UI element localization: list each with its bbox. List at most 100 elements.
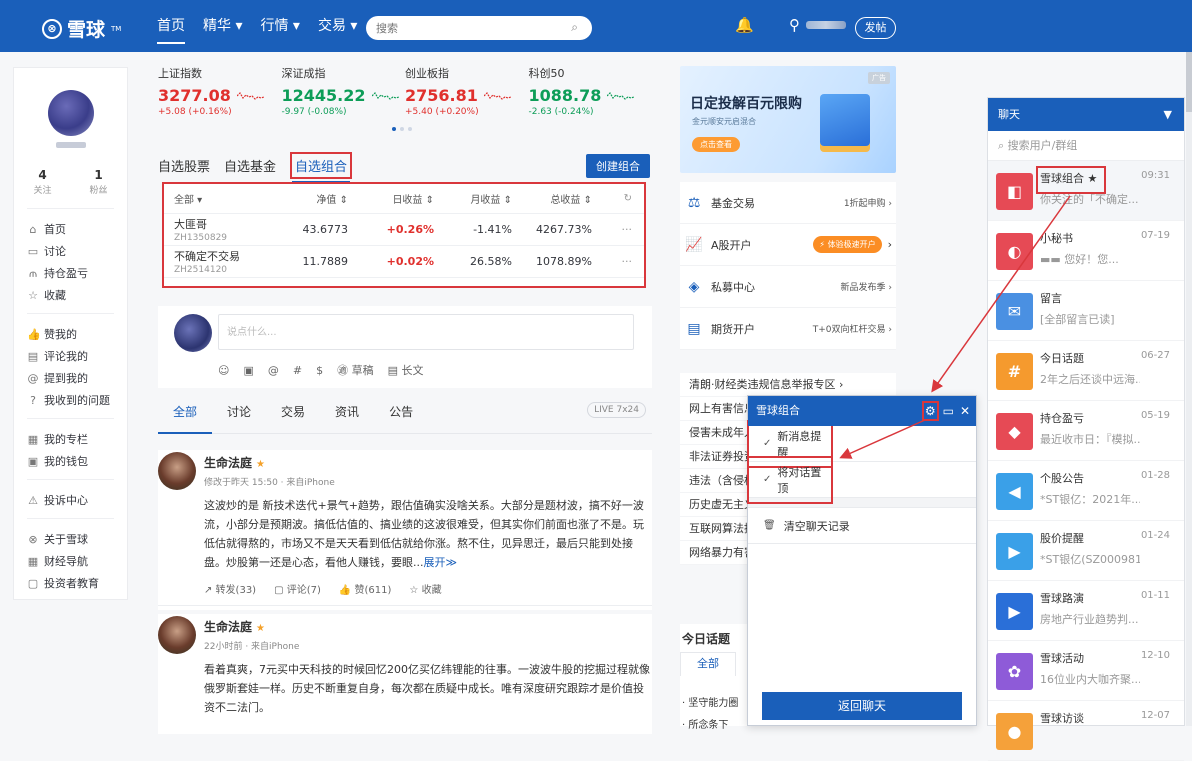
clear-history-button[interactable]: 🗑 清空聊天记录 bbox=[748, 508, 976, 544]
chat-item[interactable]: ◐ 小秘书 07-19 ▬▬ 您好！您... bbox=[988, 221, 1184, 281]
index-card[interactable]: 科创50 1088.78 -2.63 (-0.24%) bbox=[529, 65, 653, 117]
sidebar-item[interactable]: ⌂ 首页 bbox=[27, 219, 114, 241]
sidebar-item[interactable]: ⚠ 投诉中心 bbox=[27, 490, 114, 512]
search-icon[interactable]: ⌕ bbox=[571, 20, 578, 35]
stat-following[interactable]: 4 关注 bbox=[33, 168, 51, 196]
stat-followers[interactable]: 1 粉丝 bbox=[90, 168, 108, 196]
topic-item[interactable]: · 坚守能力圈 bbox=[682, 694, 738, 709]
sidebar-item[interactable]: ⊗ 关于雪球 bbox=[27, 529, 114, 551]
sidebar-item[interactable]: 👍 赞我的 bbox=[27, 324, 114, 346]
chat-item[interactable]: ◆ 持仓盈亏 05-19 最近收市日：『模拟... bbox=[988, 401, 1184, 461]
post-time: 修改于昨天 15:50 · 来自iPhone bbox=[204, 478, 335, 488]
index-card[interactable]: 创业板指 2756.81 +5.40 (+0.20%) bbox=[405, 65, 529, 117]
feed-tab[interactable]: 交易 bbox=[266, 398, 320, 434]
post-action[interactable]: ▢ 评论(7) bbox=[274, 581, 321, 596]
user-menu[interactable]: ⚲ bbox=[789, 16, 846, 34]
banner-button[interactable]: 点击查看 bbox=[692, 137, 740, 152]
main-nav: 首页 精华 ▾ 行情 ▾ 交易 ▾ bbox=[157, 0, 375, 52]
author-avatar[interactable] bbox=[158, 452, 196, 490]
topic-item[interactable]: · 所念条下 bbox=[682, 716, 728, 731]
sidebar-item[interactable]: @ 提到我的 bbox=[27, 368, 114, 390]
compose-tool[interactable]: ▣ bbox=[243, 364, 253, 377]
more-icon[interactable]: ··· bbox=[592, 255, 633, 268]
author-avatar[interactable] bbox=[158, 616, 196, 654]
tab-all[interactable]: 全部 bbox=[680, 652, 736, 676]
compose-tool[interactable]: ☺ bbox=[218, 364, 229, 377]
page-scrollbar[interactable] bbox=[1186, 52, 1192, 726]
live-badge[interactable]: LIVE 7x24 bbox=[587, 402, 646, 418]
nav-home[interactable]: 首页 bbox=[157, 0, 185, 52]
sidebar-item[interactable]: ▭ 讨论 bbox=[27, 241, 114, 263]
table-row[interactable]: 大匪哥 ZH1350829 43.6773 +0.26% -1.41% 4267.73% ·… bbox=[164, 214, 644, 246]
tab-stocks[interactable]: 自选股票 bbox=[158, 156, 210, 175]
chat-item[interactable]: ✿ 雪球活动 12-10 16位业内大咖齐聚... bbox=[988, 641, 1184, 701]
service-item[interactable]: ⚖ 基金交易 1折起申购 › bbox=[680, 182, 896, 224]
sidebar-item[interactable]: ▦ 财经导航 bbox=[27, 551, 114, 573]
chat-item[interactable]: ✉ 留言 [全部留言已读] bbox=[988, 281, 1184, 341]
author-name[interactable]: 生命法庭 ★ bbox=[204, 454, 265, 471]
sidebar-item[interactable]: ▤ 评论我的 bbox=[27, 346, 114, 368]
scale-icon: ⚖ bbox=[687, 194, 701, 211]
sidebar-item[interactable]: ⫙ 持仓盈亏 bbox=[27, 263, 114, 285]
index-card[interactable]: 上证指数 3277.08 +5.08 (+0.16%) bbox=[158, 65, 282, 117]
tab-portfolios[interactable]: 自选组合 bbox=[290, 151, 353, 183]
more-icon[interactable]: ··· bbox=[592, 223, 633, 236]
index-card[interactable]: 深证成指 12445.22 -9.97 (-0.08%) bbox=[282, 65, 406, 117]
xueqiu-logo[interactable]: ⊗ 雪球 TM bbox=[42, 15, 121, 42]
sidebar-item[interactable]: ☆ 收藏 bbox=[27, 285, 114, 307]
logo-icon: ⊗ bbox=[42, 18, 62, 39]
create-portfolio-button[interactable]: 创建组合 bbox=[586, 154, 650, 178]
chat-search[interactable]: ⌕ 搜索用户/群组 bbox=[988, 131, 1184, 161]
post-action[interactable]: ☆ 收藏 bbox=[409, 581, 441, 596]
chat-item[interactable]: # 今日话题 06-27 2年之后还谈中远海... bbox=[988, 341, 1184, 401]
chat-item[interactable]: ◀ 个股公告 01-28 *ST银亿：2021年... bbox=[988, 461, 1184, 521]
search-box[interactable]: ⌕ bbox=[366, 16, 592, 40]
compose-tool[interactable]: ㊜ 草稿 bbox=[337, 362, 374, 378]
sidebar-item[interactable]: ▢ 投资者教育 bbox=[27, 573, 114, 595]
post-action[interactable]: ↗ 转发(33) bbox=[204, 581, 256, 596]
expand-link[interactable]: 展开≫ bbox=[424, 556, 458, 569]
service-item[interactable]: ▤ 期货开户 T+0双向杠杆交易 › bbox=[680, 308, 896, 350]
nav-featured[interactable]: 精华 ▾ bbox=[203, 0, 242, 52]
sidebar-item[interactable]: ? 我收到的问题 bbox=[27, 390, 114, 412]
search-input[interactable] bbox=[376, 16, 556, 40]
feed-tab[interactable]: 讨论 bbox=[212, 398, 266, 434]
gear-icon[interactable]: ⚙ bbox=[921, 401, 939, 421]
bell-icon[interactable]: 🔔 bbox=[735, 16, 754, 34]
sidebar-item[interactable]: ▦ 我的专栏 bbox=[27, 429, 114, 451]
chat-item[interactable]: ▶股价提醒01-24*ST银亿(SZ000981... bbox=[988, 521, 1184, 581]
compose-tool[interactable]: ▤ 长文 bbox=[388, 362, 424, 378]
feed-tab[interactable]: 公告 bbox=[374, 398, 428, 434]
option-pin-conversation[interactable]: ✓ 将对话置顶 bbox=[747, 455, 976, 504]
feed-tab[interactable]: 资讯 bbox=[320, 398, 374, 434]
maximize-icon[interactable]: ▭ bbox=[943, 396, 954, 426]
compose-tool[interactable]: # bbox=[293, 364, 302, 377]
logo-icon: ⊗ bbox=[28, 533, 38, 546]
close-icon[interactable]: ✕ bbox=[960, 396, 970, 426]
post-action[interactable]: 👍 赞(611) bbox=[339, 581, 392, 596]
refresh-icon[interactable]: ↻ bbox=[592, 193, 632, 204]
ad-banner[interactable]: 广告 日定投解百元限购 金元顺安元启混合 点击查看 bbox=[680, 66, 896, 173]
back-to-chat-button[interactable]: 返回聊天 bbox=[762, 692, 962, 720]
post-button[interactable]: 发帖 bbox=[855, 17, 896, 39]
service-item[interactable]: 📈 A股开户 ⚡ 体验极速开户 › bbox=[680, 224, 896, 266]
carousel-dots[interactable] bbox=[392, 127, 652, 131]
chat-item[interactable]: ▶ 雪球路演 01-11 房地产行业趋势判... bbox=[988, 581, 1184, 641]
nav-trade[interactable]: 交易 ▾ bbox=[318, 0, 357, 52]
chat-header[interactable]: 聊天 ▼ bbox=[988, 98, 1184, 131]
avatar[interactable] bbox=[47, 90, 94, 136]
tab-funds[interactable]: 自选基金 bbox=[224, 156, 276, 175]
nav-market[interactable]: 行情 ▾ bbox=[260, 0, 299, 52]
compose-tool[interactable]: $ bbox=[316, 364, 323, 377]
open-account-tag[interactable]: ⚡ 体验极速开户 bbox=[813, 236, 882, 253]
author-name[interactable]: 生命法庭 ★ bbox=[204, 618, 265, 635]
feed-tab[interactable]: 全部 bbox=[158, 398, 213, 434]
chat-item[interactable]: ● 雪球访谈 12-07 bbox=[988, 701, 1184, 761]
table-row[interactable]: 不确定不交易 ZH2514120 11.7889 +0.02% 26.58% 1078.8… bbox=[164, 246, 644, 278]
sidebar-item[interactable]: ▣ 我的钱包 bbox=[27, 451, 114, 473]
compose-input[interactable]: 说点什么... bbox=[218, 314, 634, 350]
service-item[interactable]: ◈ 私募中心 新品发布季 › bbox=[680, 266, 896, 308]
chevron-down-icon[interactable]: ▼ bbox=[1164, 98, 1172, 131]
compose-tool[interactable]: @ bbox=[268, 364, 279, 377]
report-link[interactable]: 清朗·财经类违规信息举报专区 › bbox=[680, 373, 896, 397]
